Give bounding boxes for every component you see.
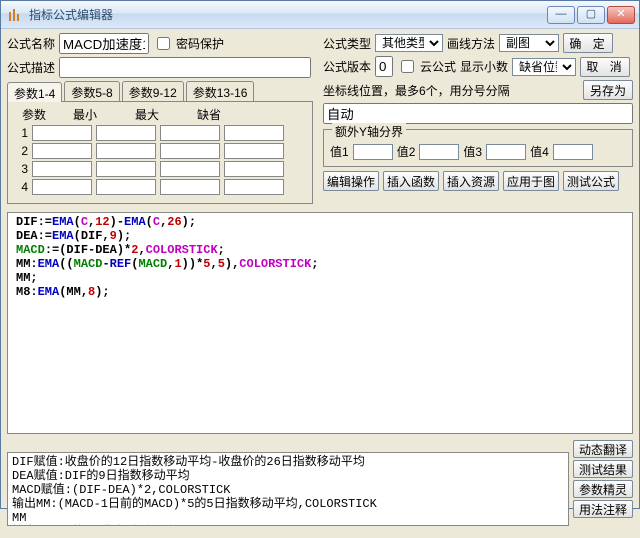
insert-function-button[interactable]: 插入函数 bbox=[383, 171, 439, 191]
window-buttons: — ▢ ✕ bbox=[547, 6, 635, 24]
param-row: 2 bbox=[14, 143, 306, 159]
label-show-decimals: 显示小数 bbox=[460, 58, 508, 75]
tab-params-1-4[interactable]: 参数1-4 bbox=[7, 82, 62, 102]
param-panel: 参数 最小 最大 缺省 1 2 3 bbox=[7, 101, 313, 204]
param-wizard-button[interactable]: 参数精灵 bbox=[573, 480, 633, 498]
label-coord-positions: 坐标线位置，最多6个，用分号分隔 bbox=[323, 82, 579, 99]
param-default-input[interactable] bbox=[224, 125, 284, 141]
show-decimals-select[interactable]: 缺省位数 bbox=[512, 58, 576, 76]
label-formula-name: 公式名称 bbox=[7, 35, 55, 52]
dynamic-translate-button[interactable]: 动态翻译 bbox=[573, 440, 633, 458]
formula-desc-input[interactable] bbox=[59, 57, 311, 78]
label-formula-type: 公式类型 bbox=[323, 35, 371, 52]
param-row-num: 1 bbox=[14, 126, 28, 140]
label-draw-method: 画线方法 bbox=[447, 35, 495, 52]
param-headers: 参数 最小 最大 缺省 bbox=[14, 106, 306, 123]
maximize-button[interactable]: ▢ bbox=[577, 6, 605, 24]
param-min-input[interactable] bbox=[96, 161, 156, 177]
param-max-input[interactable] bbox=[160, 179, 220, 195]
param-row: 1 bbox=[14, 125, 306, 141]
tab-params-5-8[interactable]: 参数5-8 bbox=[64, 81, 119, 101]
description-output[interactable]: DIF赋值:收盘价的12日指数移动平均-收盘价的26日指数移动平均 DEA赋值:… bbox=[7, 452, 569, 526]
cancel-button[interactable]: 取 消 bbox=[580, 57, 630, 77]
val2-input[interactable] bbox=[419, 144, 459, 160]
app-window: 指标公式编辑器 — ▢ ✕ 公式名称 密码保护 公式描述 参数1-4 参数5-8… bbox=[0, 0, 640, 509]
label-cloud-formula: 云公式 bbox=[420, 58, 456, 75]
label-extra-y: 额外Y轴分界 bbox=[332, 123, 406, 140]
action-button-row: 编辑操作 插入函数 插入资源 应用于图 测试公式 bbox=[323, 171, 633, 191]
label-val3: 值3 bbox=[463, 143, 482, 160]
val1-input[interactable] bbox=[353, 144, 393, 160]
param-row: 4 bbox=[14, 179, 306, 195]
window-title: 指标公式编辑器 bbox=[29, 6, 547, 23]
param-row-num: 3 bbox=[14, 162, 28, 176]
param-default-input[interactable] bbox=[224, 143, 284, 159]
tab-params-13-16[interactable]: 参数13-16 bbox=[186, 81, 255, 101]
app-icon bbox=[7, 7, 23, 23]
formula-name-input[interactable] bbox=[59, 33, 149, 54]
param-max-input[interactable] bbox=[160, 161, 220, 177]
param-header-param: 参数 bbox=[14, 106, 54, 123]
param-row-num: 2 bbox=[14, 144, 28, 158]
param-name-input[interactable] bbox=[32, 143, 92, 159]
titlebar: 指标公式编辑器 — ▢ ✕ bbox=[1, 1, 639, 29]
label-val2: 值2 bbox=[397, 143, 416, 160]
coord-positions-input[interactable] bbox=[323, 103, 633, 124]
body: 公式名称 密码保护 公式描述 参数1-4 参数5-8 参数9-12 参数13-1… bbox=[1, 29, 639, 208]
param-name-input[interactable] bbox=[32, 179, 92, 195]
param-name-input[interactable] bbox=[32, 161, 92, 177]
label-val4: 值4 bbox=[530, 143, 549, 160]
code-editor[interactable]: DIF:=EMA(C,12)-EMA(C,26); DEA:=EMA(DIF,9… bbox=[7, 212, 633, 434]
usage-notes-button[interactable]: 用法注释 bbox=[573, 500, 633, 518]
side-buttons: 动态翻译 测试结果 参数精灵 用法注释 bbox=[573, 440, 633, 538]
minimize-button[interactable]: — bbox=[547, 6, 575, 24]
extra-y-fieldset: 额外Y轴分界 值1 值2 值3 值4 bbox=[323, 129, 633, 167]
password-protect-checkbox[interactable] bbox=[157, 37, 170, 50]
label-formula-desc: 公式描述 bbox=[7, 59, 55, 76]
test-result-button[interactable]: 测试结果 bbox=[573, 460, 633, 478]
param-header-min: 最小 bbox=[54, 106, 116, 123]
param-name-input[interactable] bbox=[32, 125, 92, 141]
param-min-input[interactable] bbox=[96, 143, 156, 159]
edit-op-button[interactable]: 编辑操作 bbox=[323, 171, 379, 191]
draw-method-select[interactable]: 副图 bbox=[499, 34, 559, 52]
bottom-frame: DIF赋值:收盘价的12日指数移动平均-收盘价的26日指数移动平均 DEA赋值:… bbox=[7, 440, 633, 538]
param-row: 3 bbox=[14, 161, 306, 177]
label-password-protect: 密码保护 bbox=[176, 35, 224, 52]
close-button[interactable]: ✕ bbox=[607, 6, 635, 24]
param-header-max: 最大 bbox=[116, 106, 178, 123]
cloud-formula-checkbox[interactable] bbox=[401, 60, 414, 73]
ok-button[interactable]: 确 定 bbox=[563, 33, 613, 53]
param-min-input[interactable] bbox=[96, 125, 156, 141]
label-val1: 值1 bbox=[330, 143, 349, 160]
formula-type-select[interactable]: 其他类型 bbox=[375, 34, 443, 52]
val3-input[interactable] bbox=[486, 144, 526, 160]
save-as-button[interactable]: 另存为 bbox=[583, 80, 633, 100]
test-formula-button[interactable]: 测试公式 bbox=[563, 171, 619, 191]
insert-resource-button[interactable]: 插入资源 bbox=[443, 171, 499, 191]
param-row-num: 4 bbox=[14, 180, 28, 194]
param-min-input[interactable] bbox=[96, 179, 156, 195]
param-default-input[interactable] bbox=[224, 161, 284, 177]
right-panel: 公式类型 其他类型 画线方法 副图 确 定 公式版本 云公式 显示小数 缺省位数… bbox=[323, 33, 633, 191]
tab-params-9-12[interactable]: 参数9-12 bbox=[122, 81, 184, 101]
param-max-input[interactable] bbox=[160, 125, 220, 141]
param-header-default: 缺省 bbox=[178, 106, 240, 123]
apply-to-chart-button[interactable]: 应用于图 bbox=[503, 171, 559, 191]
param-default-input[interactable] bbox=[224, 179, 284, 195]
formula-version-input[interactable] bbox=[375, 56, 393, 77]
val4-input[interactable] bbox=[553, 144, 593, 160]
param-max-input[interactable] bbox=[160, 143, 220, 159]
label-formula-version: 公式版本 bbox=[323, 58, 371, 75]
